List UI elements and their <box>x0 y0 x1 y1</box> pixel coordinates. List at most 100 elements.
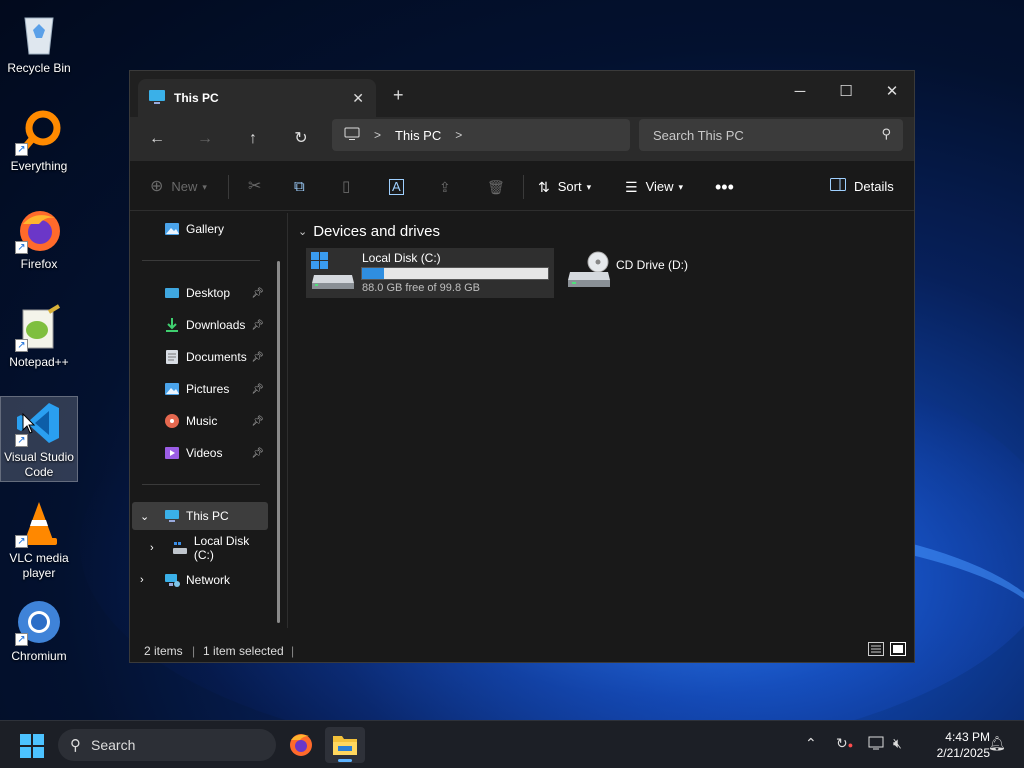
paste-button[interactable]: ▯ <box>342 175 350 199</box>
taskbar: ⚲ Search ⌃ ↻● 🔇︎ 4:43 PM 2/21/2025 🔔︎ <box>0 720 1024 768</box>
copy-button[interactable]: ⧉ <box>294 175 305 199</box>
sort-button[interactable]: ⇅ Sort ▾ <box>538 175 591 199</box>
details-button[interactable]: Details <box>830 175 894 199</box>
desktop-icon-label: VLC media player <box>9 551 69 580</box>
drive-usage-fill <box>362 268 384 279</box>
update-sync-icon[interactable]: ↻● <box>836 735 853 752</box>
network-monitor-icon[interactable] <box>868 735 886 754</box>
desktop-icon-label: Everything <box>10 159 68 173</box>
maximize-button[interactable]: ☐ <box>823 77 869 107</box>
up-button[interactable]: ↑ <box>241 127 265 151</box>
folder-icon <box>333 736 357 755</box>
desktop-icon-vscode[interactable]: ↗ Visual Studio Code <box>0 396 78 482</box>
desktop-icon-vlc[interactable]: ↗ VLC media player <box>0 494 78 580</box>
sidebar-item-label: This PC <box>186 509 229 523</box>
new-button[interactable]: ⊕ New ▾ <box>150 175 207 199</box>
details-pane-icon <box>830 175 846 199</box>
sidebar-item-label: Gallery <box>186 222 225 236</box>
desktop-icon-recycle-bin[interactable]: Recycle Bin <box>0 4 78 88</box>
more-options-button[interactable]: ••• <box>715 175 734 199</box>
content-pane: ⌄ Devices and drives Local Disk (C:) 88.… <box>290 213 914 633</box>
new-tab-button[interactable]: + <box>393 85 404 106</box>
plus-circle-icon: ⊕ <box>150 178 164 195</box>
sidebar-scrollbar[interactable] <box>277 261 280 623</box>
taskbar-firefox[interactable] <box>281 727 321 763</box>
start-button[interactable] <box>20 734 44 761</box>
breadcrumb-this-pc[interactable]: This PC <box>395 128 441 143</box>
rename-icon: A <box>389 179 404 195</box>
chevron-down-icon: ⌄ <box>298 226 308 238</box>
close-window-button[interactable]: ✕ <box>869 77 915 107</box>
chevron-right-icon[interactable]: > <box>455 128 462 142</box>
drive-tile-local-disk[interactable]: Local Disk (C:) 88.0 GB free of 99.8 GB <box>306 248 554 298</box>
view-label: View <box>645 179 674 194</box>
desktop-icon-firefox[interactable]: ↗ Firefox <box>0 200 78 284</box>
firefox-icon <box>290 734 312 756</box>
search-box[interactable]: Search This PC ⚲ <box>639 119 903 151</box>
desktop-icon-notepadpp[interactable]: ↗ Notepad++ <box>0 298 78 382</box>
address-bar[interactable]: > This PC > <box>332 119 630 151</box>
clock-time: 4:43 PM <box>945 730 990 744</box>
sidebar-item-downloads[interactable]: Downloads 📌︎ <box>132 311 268 339</box>
tiles-view-toggle[interactable] <box>890 642 906 659</box>
taskbar-search-label: Search <box>91 737 136 753</box>
minimize-button[interactable]: ─ <box>777 77 823 107</box>
toolbar-divider <box>523 175 524 199</box>
taskbar-clock[interactable]: 4:43 PM 2/21/2025 <box>918 729 990 761</box>
close-tab-icon[interactable]: ✕ <box>352 90 364 107</box>
mouse-cursor-icon <box>22 413 36 434</box>
share-button[interactable]: ⇪ <box>439 175 451 199</box>
sidebar-item-this-pc[interactable]: ⌄ This PC <box>132 502 268 530</box>
desktop-icon-chromium[interactable]: ↗ Chromium <box>0 592 78 676</box>
pin-icon: 📌︎ <box>251 383 264 395</box>
cut-button[interactable]: ✂ <box>248 175 261 199</box>
details-view-icon <box>868 642 884 656</box>
sidebar-item-videos[interactable]: Videos 📌︎ <box>132 439 268 467</box>
sidebar-item-local-disk[interactable]: › Local Disk (C:) <box>132 534 272 562</box>
desktop-icon-everything[interactable]: ↗ Everything <box>0 102 78 186</box>
recycle-bin-icon <box>15 10 63 58</box>
sidebar-item-music[interactable]: Music 📌︎ <box>132 407 268 435</box>
sidebar-item-label: Network <box>186 573 231 587</box>
pictures-icon <box>164 381 180 397</box>
sidebar-item-gallery[interactable]: Gallery <box>132 215 268 243</box>
status-divider: | <box>291 644 295 658</box>
shortcut-arrow-icon: ↗ <box>15 535 28 548</box>
speaker-muted-icon[interactable]: 🔇︎ <box>893 735 902 752</box>
notification-bell-icon[interactable]: 🔔︎ <box>988 735 1006 752</box>
pin-icon: 📌︎ <box>251 319 264 331</box>
pin-icon: 📌︎ <box>251 351 264 363</box>
windows-logo-icon <box>20 734 44 758</box>
sidebar-item-documents[interactable]: Documents 📌︎ <box>132 343 268 371</box>
tab-this-pc[interactable]: This PC ✕ <box>138 79 376 117</box>
forward-button[interactable]: → <box>193 127 217 151</box>
chevron-down-icon: ⌄ <box>140 510 150 523</box>
shortcut-arrow-icon: ↗ <box>15 241 28 254</box>
sidebar-item-desktop[interactable]: Desktop 📌︎ <box>132 279 268 307</box>
view-button[interactable]: ☰ View ▾ <box>625 175 683 199</box>
show-hidden-icons-chevron-icon[interactable]: ⌃ <box>805 735 817 752</box>
status-divider: | <box>192 644 196 658</box>
sidebar-item-label: Documents <box>186 350 247 364</box>
pane-splitter[interactable] <box>287 213 288 628</box>
sidebar-item-pictures[interactable]: Pictures 📌︎ <box>132 375 268 403</box>
sidebar-item-network[interactable]: › Network <box>132 566 268 594</box>
details-view-toggle[interactable] <box>868 642 884 659</box>
pin-icon: 📌︎ <box>251 447 264 459</box>
refresh-button[interactable]: ↻ <box>289 127 313 151</box>
chevron-right-icon: › <box>140 574 144 586</box>
command-bar: ⊕ New ▾ ✂ ⧉ ▯ A ⇪ 🗑︎ ⇅ Sort ▾ ☰ View ▾ •… <box>130 163 914 211</box>
taskbar-file-explorer[interactable] <box>325 727 365 763</box>
drive-tile-cd-drive[interactable]: CD Drive (D:) <box>566 248 716 298</box>
selection-count: 1 item selected <box>203 644 284 658</box>
desktop-icon-label: Firefox <box>20 257 58 271</box>
rename-button[interactable]: A <box>389 175 404 199</box>
taskbar-search[interactable]: ⚲ Search <box>58 729 276 761</box>
back-button[interactable]: ← <box>145 127 169 151</box>
group-header-devices[interactable]: ⌄ Devices and drives <box>298 223 440 240</box>
search-placeholder: Search This PC <box>653 127 744 143</box>
delete-button[interactable]: 🗑︎ <box>487 175 505 199</box>
shortcut-arrow-icon: ↗ <box>15 143 28 156</box>
shortcut-arrow-icon: ↗ <box>15 339 28 352</box>
sidebar-divider <box>142 484 260 485</box>
